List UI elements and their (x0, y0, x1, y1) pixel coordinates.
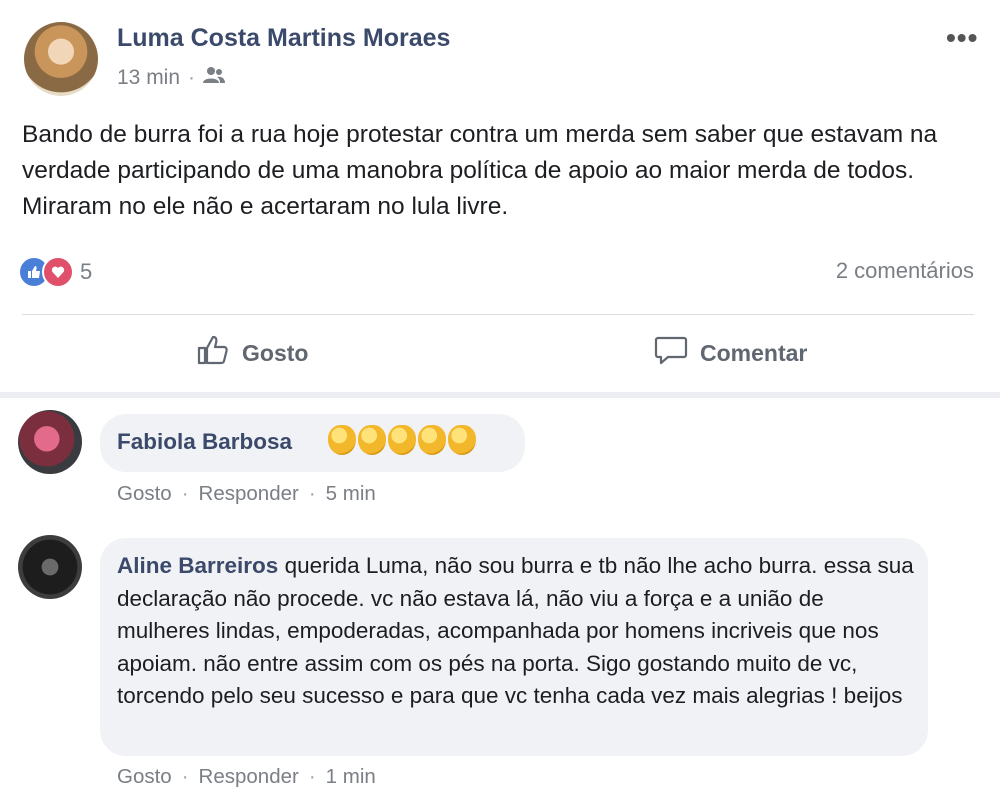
post-text: Bando de burra foi a rua hoje protestar … (22, 121, 938, 220)
post-time[interactable]: 13 min (117, 66, 180, 90)
comment-actions: Gosto · Responder · 1 min (117, 765, 376, 789)
more-options-icon[interactable]: ••• (946, 22, 978, 54)
comment-time[interactable]: 5 min (326, 482, 376, 506)
comment-actions: Gosto · Responder · 5 min (117, 482, 376, 506)
like-label: Gosto (242, 339, 309, 366)
clap-icon (328, 425, 356, 455)
clap-icon (358, 425, 386, 455)
commenter-avatar[interactable] (18, 410, 82, 474)
divider (22, 314, 974, 315)
friends-icon (203, 66, 226, 90)
separator: · (308, 765, 316, 788)
thumbs-up-icon (196, 334, 230, 372)
author-avatar[interactable] (24, 22, 98, 96)
commenter-avatar[interactable] (18, 535, 82, 599)
comment-like-link[interactable]: Gosto (117, 482, 172, 506)
comment-body: Aline Barreiros querida Luma, não sou bu… (117, 550, 917, 713)
commenter-name[interactable]: Fabiola Barbosa (117, 429, 292, 455)
comment-bubble: Fabiola Barbosa (100, 414, 525, 472)
comment-like-link[interactable]: Gosto (117, 765, 172, 789)
commenter-name[interactable]: Aline Barreiros (117, 553, 285, 578)
author-name[interactable]: Luma Costa Martins Moraes (117, 24, 450, 53)
comment-time[interactable]: 1 min (326, 765, 376, 789)
separator: · (181, 765, 189, 788)
comment-bubble: Aline Barreiros querida Luma, não sou bu… (100, 538, 928, 756)
clapping-hands-emoji (328, 425, 476, 455)
separator: · (308, 482, 316, 505)
clap-icon (388, 425, 416, 455)
reaction-count: 5 (80, 259, 93, 284)
comment-reply-link[interactable]: Responder (199, 765, 299, 789)
comment-button[interactable]: Comentar (654, 334, 807, 372)
clap-icon (448, 425, 476, 455)
comment-bubble-icon (654, 334, 688, 372)
separator: · (181, 482, 189, 505)
post-meta: 13 min · (117, 66, 226, 90)
comment-label: Comentar (700, 339, 808, 366)
comment-reply-link[interactable]: Responder (199, 482, 299, 506)
like-button[interactable]: Gosto (196, 334, 308, 372)
love-icon (42, 256, 74, 288)
meta-separator: · (188, 66, 196, 89)
clap-icon (418, 425, 446, 455)
comments-count-link[interactable]: 2 comentários (836, 258, 974, 284)
section-separator (0, 392, 1000, 398)
reactions-summary[interactable]: 5 (18, 256, 92, 288)
post: Luma Costa Martins Moraes 13 min · ••• B… (0, 0, 1000, 392)
